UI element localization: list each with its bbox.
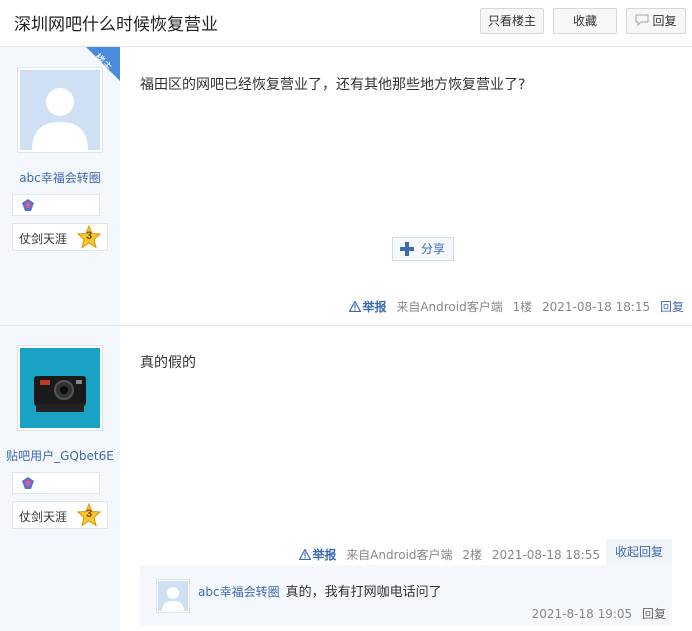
comment-list: abc幸福会转圈 真的，我有打网咖电话问了 2021-8-18 19:05 回复 xyxy=(140,565,672,625)
level-number: 3 xyxy=(85,508,93,520)
level-badge[interactable]: 仗剑天涯 3 xyxy=(12,223,108,251)
comment-item: abc幸福会转圈 真的，我有打网咖电话问了 xyxy=(198,581,442,600)
member-badge[interactable] xyxy=(12,194,100,216)
member-badge[interactable] xyxy=(12,472,100,494)
avatar[interactable] xyxy=(17,345,103,431)
post-meta: 举报 来自Android客户端 2楼 2021-08-18 18:55 xyxy=(298,546,600,563)
comment-reply-link[interactable]: 回复 xyxy=(642,607,666,621)
floor-number: 1楼 xyxy=(512,300,533,314)
author-name[interactable]: 贴吧用户_GQbet6E xyxy=(0,447,120,464)
comment-text: 真的，我有打网咖电话问了 xyxy=(285,585,442,600)
level-name: 仗剑天涯 xyxy=(19,510,68,524)
author-sidebar: abc幸福会转圈 仗剑天涯 3 xyxy=(0,47,120,325)
comment-time: 2021-8-18 19:05 xyxy=(531,607,633,621)
only-op-button[interactable]: 只看楼主 xyxy=(480,8,544,34)
reply-button-label: 回复 xyxy=(652,14,677,28)
post-floor-1: abc幸福会转圈 仗剑天涯 3 楼主 福田区的网吧已经恢复营业了，还有其他那些地… xyxy=(0,47,692,326)
gem-icon xyxy=(22,477,34,489)
comment-meta: 2021-8-18 19:05 回复 xyxy=(532,605,666,622)
warning-icon xyxy=(348,300,362,313)
post-source: 来自Android客户端 xyxy=(396,300,503,314)
thread-title: 深圳网吧什么时候恢复营业 xyxy=(14,15,218,35)
post-time: 2021-08-18 18:55 xyxy=(491,548,600,562)
comment-author[interactable]: abc幸福会转圈 xyxy=(198,585,280,599)
post-source: 来自Android客户端 xyxy=(346,548,453,562)
comment-icon xyxy=(635,10,649,34)
collapse-replies-button[interactable]: 收起回复 xyxy=(606,539,672,565)
post-time: 2021-08-18 18:15 xyxy=(542,300,651,314)
level-name: 仗剑天涯 xyxy=(19,232,68,246)
level-badge[interactable]: 仗剑天涯 3 xyxy=(12,501,108,529)
floor-number: 2楼 xyxy=(462,548,483,562)
post-content: 福田区的网吧已经恢复营业了，还有其他那些地方恢复营业了? xyxy=(140,77,526,93)
warning-icon xyxy=(298,548,312,561)
level-number: 3 xyxy=(85,230,93,242)
gem-icon xyxy=(22,199,34,211)
plus-icon xyxy=(400,242,414,256)
report-link[interactable]: 举报 xyxy=(298,548,336,562)
post-content: 真的假的 xyxy=(140,355,196,371)
author-name[interactable]: abc幸福会转圈 xyxy=(0,169,120,186)
reply-button[interactable]: 回复 xyxy=(626,8,686,34)
share-label: 分享 xyxy=(421,242,446,256)
post-floor-2: 贴吧用户_GQbet6E 仗剑天涯 3 真的假的 举报 来自Android客户端… xyxy=(0,326,692,631)
favorite-button[interactable]: 收藏 xyxy=(553,8,617,34)
share-button[interactable]: 分享 xyxy=(392,237,454,261)
post-meta: 举报 来自Android客户端 1楼 2021-08-18 18:15 回复 xyxy=(348,298,684,315)
report-link[interactable]: 举报 xyxy=(348,300,386,314)
thread-header: 深圳网吧什么时候恢复营业 只看楼主 收藏 回复 xyxy=(0,0,692,47)
comment-avatar[interactable] xyxy=(156,579,190,613)
author-sidebar: 贴吧用户_GQbet6E 仗剑天涯 3 xyxy=(0,326,120,631)
reply-link[interactable]: 回复 xyxy=(660,300,684,314)
